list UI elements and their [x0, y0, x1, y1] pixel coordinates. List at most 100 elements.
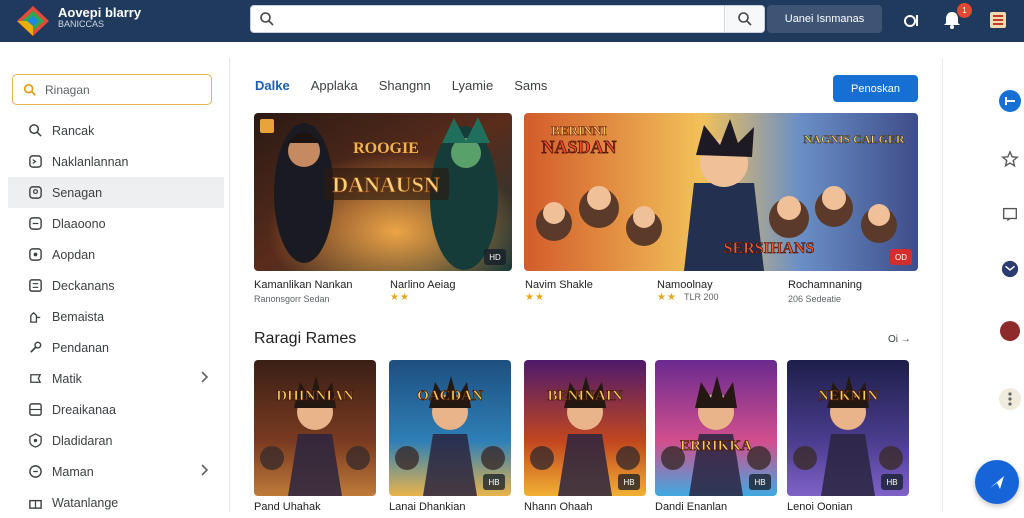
game-card[interactable]: NEKNIN HB [787, 360, 909, 496]
quality-badge: HB [881, 474, 903, 490]
sidebar-item-rancak[interactable]: Rancak [8, 115, 224, 146]
sidebar-item-aopdan[interactable]: Aopdan [8, 239, 224, 270]
sidebar-item-bemaista[interactable]: Bemaista [8, 301, 224, 332]
chat-icon [26, 153, 44, 171]
settings-toggle-icon[interactable] [900, 9, 922, 31]
quality-badge: OD [890, 249, 912, 265]
tab-shangnn[interactable]: Shangnn [379, 78, 431, 93]
chevron-right-icon [201, 371, 209, 383]
tab-dalke[interactable]: Dalke [255, 78, 290, 93]
sidebar-item-label: Senagan [52, 185, 103, 200]
featured-meta-name: Narlino Aeiag [390, 279, 456, 291]
sidebar-item-naklanlannan[interactable]: Naklanlannan [8, 146, 224, 177]
featured-banner-1-title: DANAUSN [332, 172, 440, 197]
primary-action-button[interactable]: Penoskan [833, 75, 918, 102]
game-card-art-title: BENINAIN [547, 388, 622, 404]
game-card[interactable]: DHINNIAN [254, 360, 376, 496]
right-rail [942, 58, 1024, 512]
game-card[interactable]: BENINAIN HB [524, 360, 646, 496]
sidebar-item-dlaaoono[interactable]: Dlaaoono [8, 208, 224, 239]
category-tabs: Dalke Applaka Shangnn Lyamie Sams [255, 78, 568, 93]
featured-meta-sub: TLR 200 [684, 292, 719, 302]
back-icon[interactable] [999, 90, 1021, 112]
featured-meta-name: Kamanlikan Nankan [254, 279, 353, 291]
sidebar-item-matik[interactable]: Matik [8, 363, 224, 394]
tab-applaka[interactable]: Applaka [311, 78, 358, 93]
featured-meta-sub: 206 Sedeatie [788, 294, 842, 304]
record-icon[interactable] [999, 320, 1021, 342]
top-bar: Aovepi blarry BANICCAS Uanei Isnmanas 1 [0, 0, 1024, 42]
featured-banner-1[interactable]: DANAUSN ROOGIE HD [254, 113, 512, 271]
sidebar-item-dladidaran[interactable]: Dladidaran [8, 425, 224, 456]
search-icon [260, 12, 274, 26]
tab-lyamie[interactable]: Lyamie [452, 78, 493, 93]
sidebar-search-label: Rinagan [45, 82, 90, 97]
featured-banner-2-side-caption: NAGNIS CALGER [803, 132, 904, 146]
history-icon [26, 463, 44, 481]
share-icon[interactable] [999, 203, 1021, 225]
featured-meta-name: Navim Shakle [525, 279, 593, 291]
app-subtitle: BANICCAS [58, 18, 105, 29]
sidebar-item-label: Dlaaoono [52, 216, 106, 231]
app-brand: Aovepi blarry BANICCAS [58, 6, 141, 29]
featured-banner-2-art: BERINNI NASDAN NAGNIS CALGER SERSIHANS [524, 113, 918, 271]
game-card[interactable]: OACDAN HB [389, 360, 511, 496]
game-card-title[interactable]: Lenoi Oonian [787, 501, 852, 513]
quality-badge: HB [749, 474, 771, 490]
rating-stars: ★★ [657, 292, 677, 303]
sidebar-item-watanlange[interactable]: Watanlange [8, 487, 224, 518]
document-icon [26, 215, 44, 233]
chat-icon[interactable] [999, 258, 1021, 280]
quality-badge: HD [484, 249, 506, 265]
game-card-art: DHINNIAN [254, 360, 376, 496]
top-search-input[interactable] [250, 5, 765, 33]
sidebar-search-field[interactable]: Rinagan [12, 74, 212, 105]
see-more-link[interactable]: Oi → [888, 334, 911, 345]
app-title: Aovepi blarry [58, 5, 142, 20]
sidebar-item-pendanan[interactable]: Pendanan [8, 332, 224, 363]
sidebar-nav: Rancak Naklanlannan Senagan Dlaaoono Aopdan D… [8, 115, 224, 518]
notification-badge: 1 [957, 3, 972, 18]
sidebar-item-dreaikanaa[interactable]: Dreaikanaa [8, 394, 224, 425]
featured-meta-4[interactable]: Namoolnay ★★ TLR 200 [657, 279, 719, 303]
game-card-title[interactable]: Nhann Ohaah [524, 501, 593, 513]
featured-banner-2[interactable]: BERINNI NASDAN NAGNIS CALGER SERSIHANS O… [524, 113, 918, 271]
rating-stars: ★★ [525, 292, 545, 303]
section-title: Raragi Rames [254, 330, 357, 347]
featured-meta-3[interactable]: Navim Shakle ★★ [525, 279, 593, 303]
menu-grid-icon[interactable] [987, 9, 1009, 31]
game-card-title[interactable]: Pand Uhahak [254, 501, 321, 513]
game-card-title[interactable]: Lanai Dhankian [389, 501, 465, 513]
game-card-title[interactable]: Dandi Enanlan [655, 501, 727, 513]
send-fab-button[interactable] [975, 460, 1019, 504]
rating-stars: ★★ [390, 292, 410, 303]
featured-meta-sub: Ranonsgorr Sedan [254, 294, 330, 304]
sidebar-item-senagan[interactable]: Senagan [8, 177, 224, 208]
tab-sams[interactable]: Sams [514, 78, 547, 93]
featured-banner-2-title: NASDAN [541, 137, 616, 157]
puzzle-icon [26, 308, 44, 326]
featured-meta-5[interactable]: Rochamnaning 206 Sedeatie [788, 279, 862, 304]
gamepad-icon [26, 370, 44, 388]
account-button[interactable]: Uanei Isnmanas [767, 5, 882, 33]
sidebar-item-label: Pendanan [52, 340, 110, 355]
sidebar-item-label: Naklanlannan [52, 154, 129, 169]
person-icon [26, 246, 44, 264]
top-search-button[interactable] [724, 6, 764, 32]
featured-banner-1-art: DANAUSN ROOGIE [254, 113, 512, 271]
more-options-icon[interactable] [999, 388, 1021, 410]
game-card[interactable]: ERRIKKA HB [655, 360, 777, 496]
game-card-art-title: ERRIKKA [680, 438, 752, 454]
app-logo-icon[interactable] [16, 5, 50, 37]
featured-banner-2-caption: BERINNI [551, 123, 607, 138]
sidebar-item-deckanans[interactable]: Deckanans [8, 270, 224, 301]
sidebar-item-maman[interactable]: Maman [8, 456, 224, 487]
sidebar-item-label: Aopdan [52, 247, 96, 262]
featured-meta-1[interactable]: Kamanlikan Nankan Ranonsgorr Sedan [254, 279, 352, 304]
sidebar-item-label: Dreaikanaa [52, 402, 116, 417]
quality-badge: HB [483, 474, 505, 490]
send-icon [990, 476, 1004, 489]
star-icon[interactable] [999, 148, 1021, 170]
featured-meta-2[interactable]: Narlino Aeiag ★★ [390, 279, 455, 303]
users-icon [26, 184, 44, 202]
